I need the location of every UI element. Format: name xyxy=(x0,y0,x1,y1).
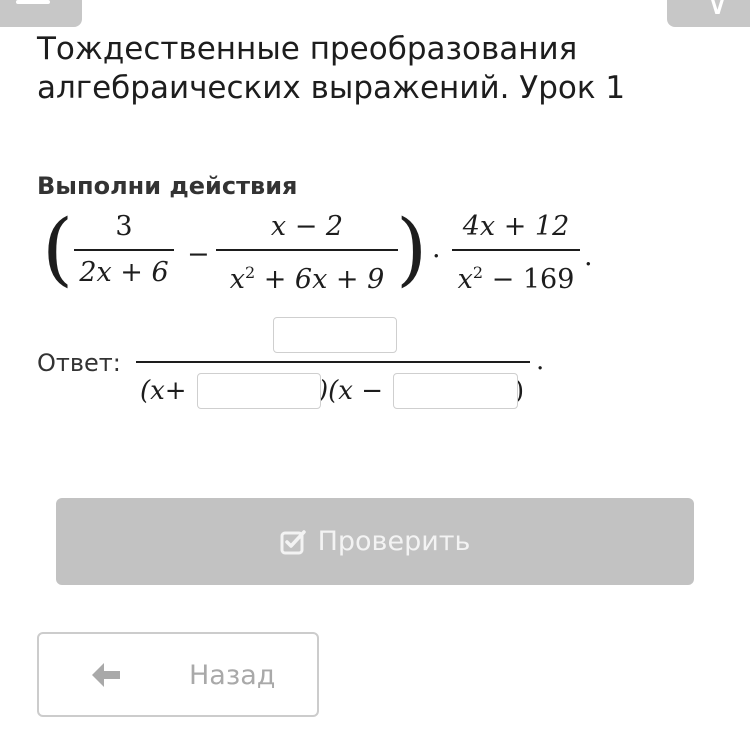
left-paren: ( xyxy=(42,202,74,295)
fraction-3: 4x + 12 x2 − 169 xyxy=(452,208,580,295)
close-icon: ∨ xyxy=(705,0,730,23)
fraction-1-denominator: 2x + 6 xyxy=(79,257,169,288)
right-paren: ) xyxy=(396,202,428,295)
back-button-label: Назад xyxy=(189,660,276,691)
answer-den-input-2[interactable] xyxy=(393,373,518,409)
check-button[interactable]: Проверить xyxy=(56,498,694,585)
multiply-dot: · xyxy=(432,241,441,272)
close-button[interactable]: ∨ xyxy=(667,0,750,27)
menu-icon xyxy=(16,0,50,4)
fraction-2: x − 2 x2 + 6x + 9 xyxy=(216,208,398,295)
expression-period: . xyxy=(584,241,593,272)
check-button-label: Проверить xyxy=(317,526,471,557)
fraction-3-numerator: 4x + 12 xyxy=(462,211,570,242)
task-instruction: Выполни действия xyxy=(37,172,298,200)
answer-fraction-bar xyxy=(136,361,530,363)
answer-den-input-1[interactable] xyxy=(197,373,321,409)
answer-label: Ответ: xyxy=(37,349,121,377)
back-button[interactable]: Назад xyxy=(37,632,319,717)
fraction-2-denominator: x2 + 6x + 9 xyxy=(229,263,385,295)
fraction-2-numerator: x − 2 xyxy=(270,211,344,242)
answer-period: . xyxy=(536,346,545,376)
lesson-title: Тождественные преобразования алгебраичес… xyxy=(37,31,626,106)
menu-button[interactable] xyxy=(0,0,82,27)
fraction-3-denominator: x2 − 169 xyxy=(457,263,575,295)
minus-sign: − xyxy=(187,239,210,270)
fraction-1-numerator: 3 xyxy=(115,211,133,242)
answer-den-part1: (x+ xyxy=(140,376,187,406)
fraction-1: 3 2x + 6 xyxy=(74,208,174,292)
answer-den-part2: )(x − xyxy=(318,376,383,406)
task-expression: ( 3 2x + 6 − x − 2 x2 + 6x + 9 ) · 4x + … xyxy=(42,204,602,304)
arrow-left-icon xyxy=(92,663,120,687)
checkbox-icon xyxy=(280,529,306,554)
answer-numerator-input[interactable] xyxy=(273,317,397,353)
